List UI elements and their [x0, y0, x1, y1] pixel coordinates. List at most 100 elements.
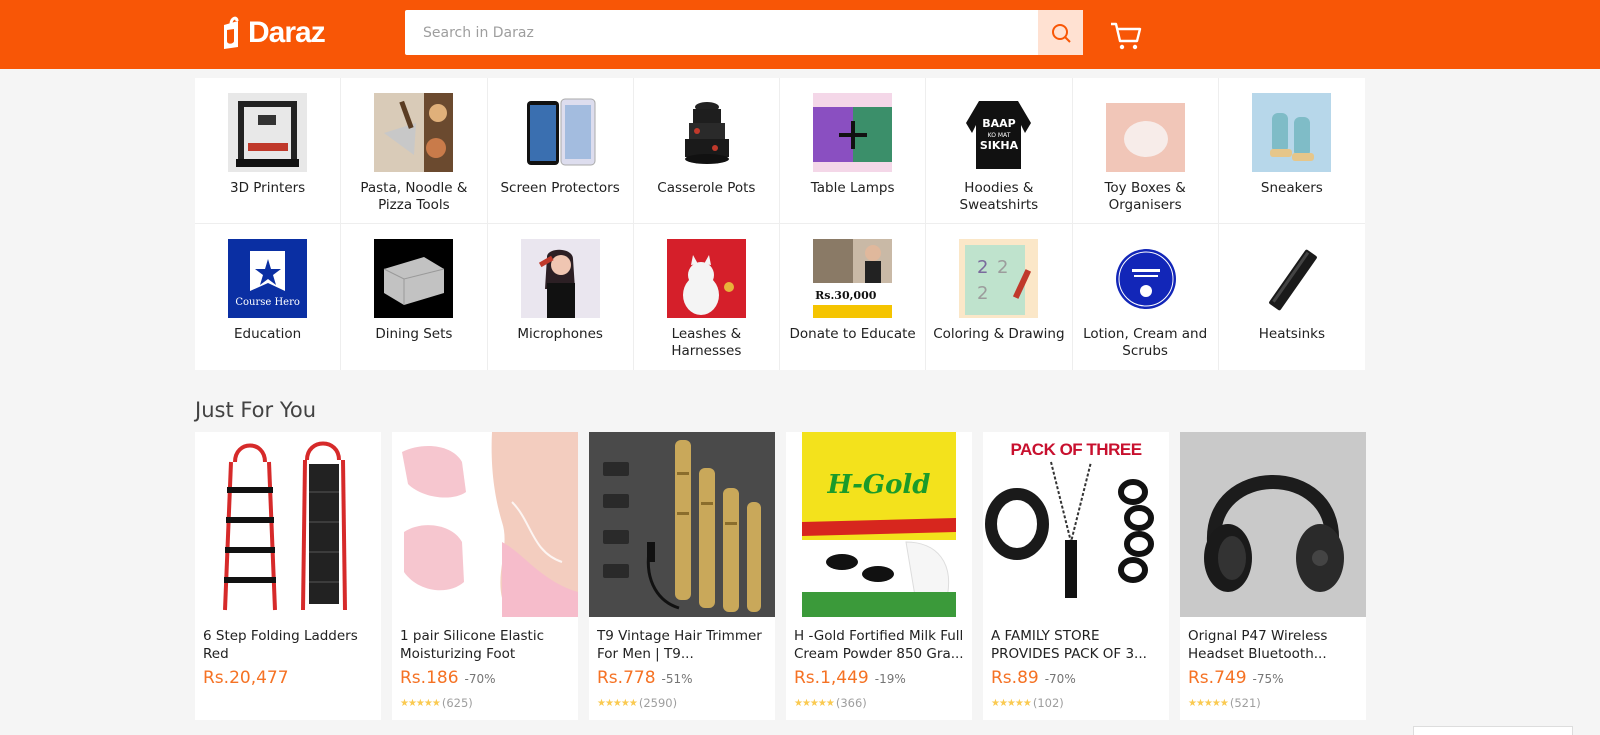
cart-icon — [1111, 22, 1142, 50]
donate-image: Rs.30,000 — [813, 239, 893, 318]
product-price: Rs.89 — [991, 668, 1039, 688]
rating-row: ★★★★★ (366) — [794, 696, 964, 710]
casserole-image — [666, 93, 746, 172]
product-discount: -75% — [1252, 672, 1284, 686]
category-label: Toy Boxes & Organisers — [1104, 180, 1186, 213]
rating-row: ★★★★★ (2590) — [597, 696, 767, 710]
category-label: Sneakers — [1260, 180, 1323, 196]
product-title: A FAMILY STORE PROVIDES PACK OF 3... — [991, 628, 1147, 662]
product-card[interactable]: 6 Step Folding Ladders Red Rs.20,477 — [195, 432, 381, 720]
floating-widget[interactable] — [1413, 726, 1573, 735]
headphones-image — [1180, 432, 1366, 617]
price-row: Rs.749 -75% — [1188, 668, 1358, 688]
cat-leash-image — [666, 239, 746, 318]
category-3d-printers[interactable]: 3D Printers — [195, 78, 342, 224]
cart-button[interactable] — [1109, 21, 1143, 51]
product-card[interactable]: PACK OF THREE A FAMILY STORE PROVIDES PA… — [983, 432, 1169, 720]
category-label: Coloring & Drawing — [933, 326, 1065, 342]
svg-text:2: 2 — [977, 283, 988, 304]
milk-powder-image: H-Gold — [786, 432, 972, 617]
category-label: Casserole Pots — [657, 180, 756, 196]
category-toy-boxes[interactable]: Toy Boxes & Organisers — [1072, 78, 1219, 224]
price-row: Rs.186 -70% — [400, 668, 570, 688]
svg-text:SIKHA: SIKHA — [980, 139, 1019, 152]
product-title: Orignal P47 Wireless Headset Bluetooth..… — [1188, 628, 1328, 662]
product-title: 6 Step Folding Ladders Red — [203, 628, 358, 662]
category-label: Lotion, Cream and Scrubs — [1083, 326, 1208, 359]
product-price: Rs.186 — [400, 668, 459, 688]
category-sneakers[interactable]: Sneakers — [1218, 78, 1365, 224]
category-leashes[interactable]: Leashes & Harnesses — [634, 224, 780, 370]
svg-text:2: 2 — [997, 257, 1008, 278]
product-card[interactable]: T9 Vintage Hair Trimmer For Men | T9... … — [589, 432, 775, 720]
star-rating-icon: ★★★★★ — [991, 697, 1032, 709]
product-card[interactable]: H-Gold H -Gold Fortified Milk Full Cream… — [786, 432, 972, 720]
category-lotion[interactable]: Lotion, Cream and Scrubs — [1073, 224, 1219, 370]
category-table-lamps[interactable]: Table Lamps — [780, 78, 927, 224]
milk-brand-text: H-Gold — [827, 470, 931, 500]
rating-row: ★★★★★ (102) — [991, 696, 1161, 710]
category-label: Microphones — [517, 326, 603, 342]
category-label: Dining Sets — [375, 326, 453, 342]
category-dining-sets[interactable]: Dining Sets — [341, 224, 488, 370]
svg-text:KO MAT: KO MAT — [988, 132, 1011, 139]
donate-amount-text: Rs.30,000 — [815, 289, 877, 302]
rating-row: ★★★★★ (521) — [1188, 696, 1358, 710]
category-label: Education — [234, 326, 302, 342]
daraz-logo[interactable]: Daraz — [220, 14, 326, 52]
hair-trimmer-image — [589, 432, 775, 617]
product-title: H -Gold Fortified Milk Full Cream Powder… — [794, 628, 964, 662]
star-rating-icon: ★★★★★ — [1188, 697, 1229, 709]
product-price: Rs.749 — [1188, 668, 1247, 688]
category-casserole-pots[interactable]: Casserole Pots — [633, 78, 780, 224]
category-label: Pasta, Noodle & Pizza Tools — [360, 180, 468, 213]
category-education[interactable]: Course Hero Education — [195, 224, 342, 370]
price-row: Rs.1,449 -19% — [794, 668, 964, 688]
heatsink-image — [1252, 239, 1332, 318]
product-title: T9 Vintage Hair Trimmer For Men | T9... — [597, 628, 762, 662]
price-row: Rs.89 -70% — [991, 668, 1161, 688]
category-heatsinks[interactable]: Heatsinks — [1219, 224, 1365, 370]
daraz-bag-icon — [220, 15, 242, 51]
product-price: Rs.1,449 — [794, 668, 869, 688]
jewelry-pack-image: PACK OF THREE — [983, 432, 1169, 617]
product-discount: -70% — [464, 672, 496, 686]
category-pasta-tools[interactable]: Pasta, Noodle & Pizza Tools — [341, 78, 488, 224]
top-header: Daraz — [0, 0, 1600, 69]
product-card[interactable]: 1 pair Silicone Elastic Moisturizing Foo… — [392, 432, 578, 720]
table-lamp-image — [813, 93, 893, 172]
pack-banner-text: PACK OF THREE — [1010, 440, 1142, 459]
category-screen-protectors[interactable]: Screen Protectors — [487, 78, 634, 224]
foot-socks-image — [392, 432, 578, 617]
review-count: (521) — [1229, 696, 1261, 710]
search-input[interactable] — [405, 10, 1038, 55]
hoodie-image: BAAP KO MAT SIKHA — [959, 93, 1039, 172]
search-bar — [405, 10, 1083, 55]
category-label: Screen Protectors — [500, 180, 620, 196]
toy-box-image — [1105, 93, 1185, 172]
star-rating-icon: ★★★★★ — [597, 697, 638, 709]
category-label: Table Lamps — [810, 180, 895, 196]
star-rating-icon: ★★★★★ — [794, 697, 835, 709]
pizza-tool-image — [374, 93, 454, 172]
category-donate[interactable]: Rs.30,000 Donate to Educate — [780, 224, 927, 370]
product-price: Rs.20,477 — [203, 668, 289, 688]
category-hoodies[interactable]: BAAP KO MAT SIKHA Hoodies & Sweatshirts — [926, 78, 1073, 224]
search-button[interactable] — [1038, 10, 1083, 55]
product-card[interactable]: Orignal P47 Wireless Headset Bluetooth..… — [1180, 432, 1366, 720]
microphone-image — [520, 239, 600, 318]
category-label: Hoodies & Sweatshirts — [959, 180, 1039, 213]
category-coloring[interactable]: 222 Coloring & Drawing — [926, 224, 1073, 370]
category-microphones[interactable]: Microphones — [488, 224, 634, 370]
rating-row: ★★★★★ (625) — [400, 696, 570, 710]
education-logo-text: Course Hero — [235, 297, 300, 308]
search-icon — [1051, 23, 1071, 43]
product-title: 1 pair Silicone Elastic Moisturizing Foo… — [400, 628, 545, 662]
star-rating-icon: ★★★★★ — [400, 697, 441, 709]
coloring-image: 222 — [959, 239, 1039, 318]
price-row: Rs.20,477 — [203, 668, 373, 688]
review-count: (366) — [835, 696, 867, 710]
screen-protector-image — [520, 93, 600, 172]
ladder-image — [195, 432, 381, 617]
product-grid: 6 Step Folding Ladders Red Rs.20,477 1 p… — [195, 432, 1366, 720]
